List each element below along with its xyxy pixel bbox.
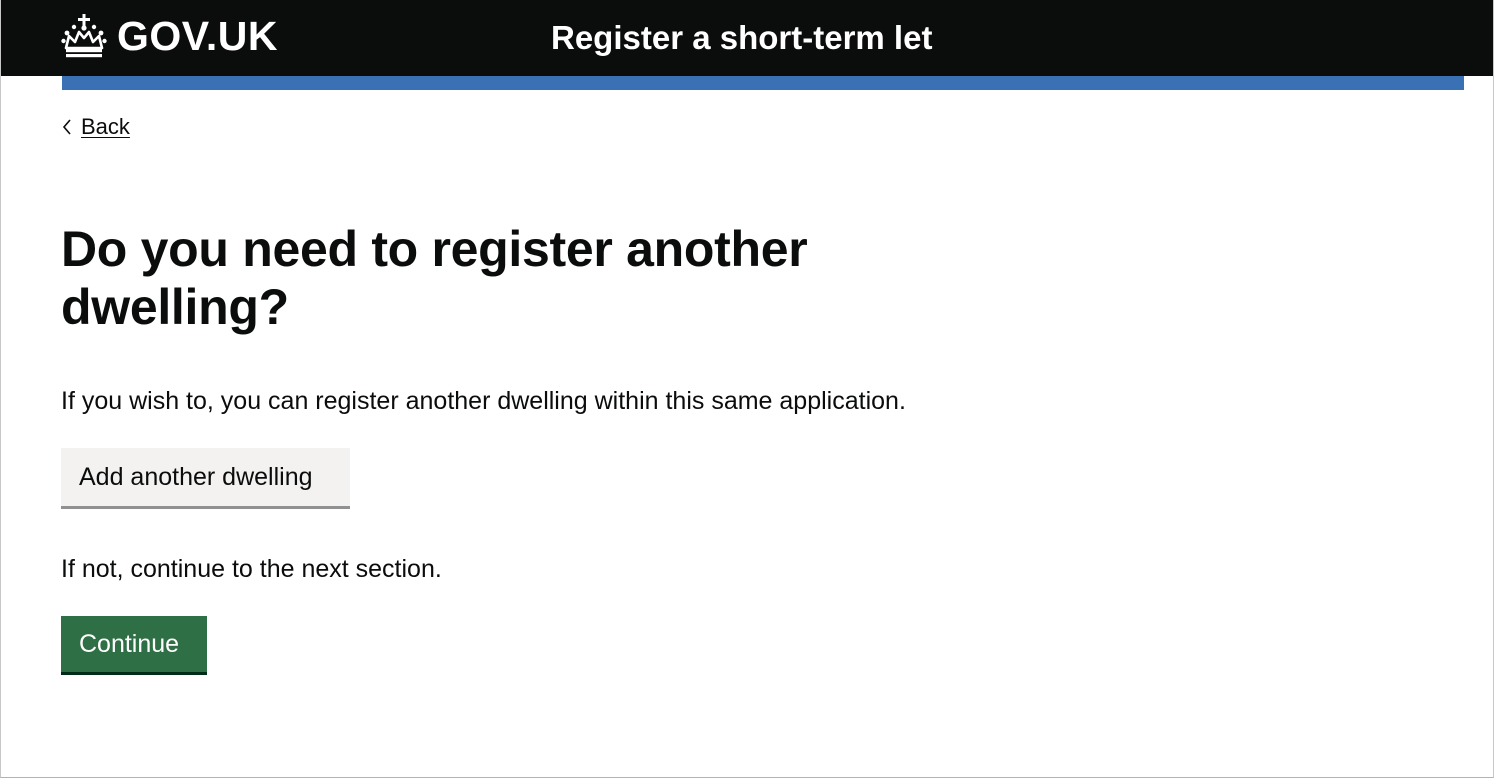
govuk-logo-link[interactable]: GOV.UK — [61, 13, 278, 59]
add-another-dwelling-button[interactable]: Add another dwelling — [61, 448, 350, 506]
site-header: GOV.UK Register a short-term let — [1, 0, 1493, 76]
page-title: Do you need to register another dwelling… — [61, 221, 808, 335]
crown-icon — [61, 14, 107, 58]
page: GOV.UK Register a short-term let Back Do… — [0, 0, 1494, 778]
header-accent-bar — [62, 76, 1464, 90]
back-link-label: Back — [81, 114, 130, 139]
intro-text: If you wish to, you can register another… — [61, 387, 906, 415]
chevron-left-icon — [62, 119, 71, 135]
continue-button[interactable]: Continue — [61, 616, 207, 672]
back-link[interactable]: Back — [61, 112, 130, 142]
service-name-link[interactable]: Register a short-term let — [551, 17, 932, 59]
govuk-logo-text: GOV.UK — [117, 12, 278, 59]
continue-hint-text: If not, continue to the next section. — [61, 555, 442, 583]
